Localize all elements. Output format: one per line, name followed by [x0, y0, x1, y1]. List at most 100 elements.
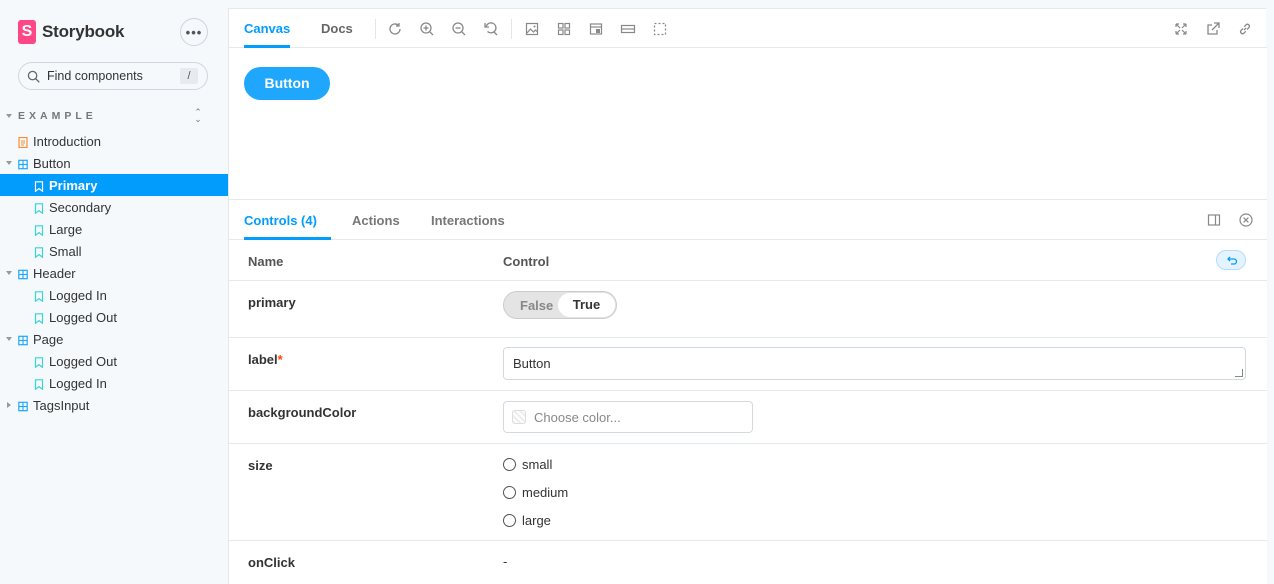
- undo-icon: [1227, 256, 1238, 265]
- zoom-out-icon[interactable]: [451, 21, 467, 37]
- preview-area: Canvas Docs Button Controls (4) Actions …: [228, 8, 1267, 584]
- copy-link-icon[interactable]: [1237, 21, 1253, 37]
- ellipsis-icon: •••: [185, 24, 203, 40]
- sidebar-item-introduction[interactable]: Introduction: [0, 130, 228, 152]
- search-placeholder: Find components: [47, 69, 143, 83]
- toggle-true-option[interactable]: True: [558, 293, 615, 317]
- control-row-backgroundcolor: backgroundColor Choose color...: [229, 391, 1267, 444]
- demo-button[interactable]: Button: [244, 67, 330, 100]
- sidebar-menu-button[interactable]: •••: [180, 18, 208, 46]
- sidebar-item-button[interactable]: Button: [0, 152, 228, 174]
- size-option-medium[interactable]: medium: [503, 483, 568, 501]
- sidebar-item-large[interactable]: Large: [0, 218, 228, 240]
- grid-icon[interactable]: [556, 21, 572, 37]
- radio-label: medium: [522, 484, 569, 500]
- panel-tabs: Controls (4) Actions Interactions: [229, 200, 1267, 240]
- canvas-preview: Button: [229, 48, 1267, 199]
- toggle-false-option[interactable]: False: [520, 298, 553, 313]
- component-icon: [18, 334, 28, 346]
- radio-label: large: [522, 512, 551, 528]
- zoom-reset-icon[interactable]: [483, 21, 499, 37]
- sidebar-item-primary[interactable]: Primary: [0, 174, 228, 196]
- sidebar-item-logged-out[interactable]: Logged Out: [0, 350, 228, 372]
- tab-interactions[interactable]: Interactions: [431, 200, 505, 240]
- column-header-control: Control: [503, 254, 550, 269]
- bookmark-icon: [34, 224, 44, 237]
- radio-button[interactable]: [503, 485, 516, 499]
- reset-controls-button[interactable]: [1216, 250, 1246, 270]
- control-row-primary: primary False True: [229, 281, 1267, 338]
- bookmark-icon: [34, 202, 44, 215]
- control-row-size: size small medium large: [229, 444, 1267, 541]
- radio-button[interactable]: [503, 513, 516, 527]
- panel-orientation-icon[interactable]: [1207, 213, 1221, 227]
- sidebar-section-example[interactable]: EXAMPLE ⌃ ⌄: [0, 108, 228, 125]
- close-icon[interactable]: [1239, 213, 1253, 227]
- zoom-in-icon[interactable]: [419, 21, 435, 37]
- viewport-icon[interactable]: [588, 21, 604, 37]
- control-name: backgroundColor: [248, 405, 357, 420]
- search-icon: [27, 70, 40, 83]
- sidebar-item-label: TagsInput: [33, 398, 90, 413]
- bookmark-icon: [34, 180, 44, 193]
- reload-icon[interactable]: [387, 21, 403, 37]
- control-name: onClick: [248, 555, 295, 570]
- radio-button[interactable]: [503, 457, 516, 471]
- sidebar-item-label: Small: [49, 244, 82, 259]
- expand-collapse-all-icon[interactable]: ⌃ ⌄: [193, 108, 203, 125]
- sidebar-item-label: Logged In: [49, 376, 107, 391]
- storybook-logo-icon: S: [18, 20, 36, 44]
- expand-arrow-icon: [6, 271, 12, 275]
- color-swatch-icon[interactable]: [512, 410, 526, 424]
- measure-icon[interactable]: [620, 21, 636, 37]
- brand-name: Storybook: [42, 22, 125, 41]
- search-input[interactable]: Find components /: [18, 62, 208, 90]
- sidebar-item-label: Logged Out: [49, 310, 117, 325]
- label-text-field[interactable]: Button: [503, 347, 1246, 380]
- document-icon: [18, 136, 28, 149]
- sidebar-item-logged-in[interactable]: Logged In: [0, 372, 228, 394]
- sidebar-item-header[interactable]: Header: [0, 262, 228, 284]
- sidebar: S Storybook ••• Find components / EXAMPL…: [0, 0, 228, 584]
- sidebar-item-label: Header: [33, 266, 76, 281]
- sidebar-item-small[interactable]: Small: [0, 240, 228, 262]
- color-placeholder: Choose color...: [534, 410, 621, 425]
- tab-docs[interactable]: Docs: [321, 9, 353, 48]
- outline-icon[interactable]: [652, 21, 668, 37]
- sidebar-item-label: Introduction: [33, 134, 101, 149]
- sidebar-item-label: Large: [49, 222, 83, 237]
- background-icon[interactable]: [524, 21, 540, 37]
- brand[interactable]: S Storybook: [18, 20, 124, 44]
- color-picker-input[interactable]: Choose color...: [503, 401, 753, 433]
- bookmark-icon: [34, 312, 44, 325]
- label-field-value: Button: [513, 356, 551, 371]
- resize-handle-icon[interactable]: [1235, 369, 1243, 377]
- control-row-onclick: onClick -: [229, 541, 1267, 584]
- open-new-tab-icon[interactable]: [1205, 21, 1221, 37]
- fullscreen-icon[interactable]: [1173, 21, 1189, 37]
- sidebar-item-page[interactable]: Page: [0, 328, 228, 350]
- component-icon: [18, 158, 28, 170]
- toolbar-divider: [511, 19, 512, 39]
- sidebar-item-logged-in[interactable]: Logged In: [0, 284, 228, 306]
- tab-controls[interactable]: Controls (4): [244, 200, 331, 240]
- search-shortcut-key: /: [180, 68, 198, 84]
- collapse-arrow-icon: [6, 114, 12, 118]
- primary-boolean-toggle[interactable]: False True: [503, 291, 617, 319]
- component-icon: [18, 268, 28, 280]
- component-icon: [18, 400, 28, 412]
- size-option-small[interactable]: small: [503, 455, 552, 473]
- size-option-large[interactable]: large: [503, 511, 551, 529]
- tab-actions[interactable]: Actions: [352, 200, 400, 240]
- control-name: size: [248, 458, 273, 473]
- sidebar-item-logged-out[interactable]: Logged Out: [0, 306, 228, 328]
- radio-label: small: [522, 456, 553, 472]
- sidebar-item-label: Primary: [49, 178, 98, 193]
- tab-canvas[interactable]: Canvas: [244, 9, 291, 48]
- bookmark-icon: [34, 246, 44, 259]
- sidebar-item-label: Logged In: [49, 288, 107, 303]
- sidebar-item-tagsinput[interactable]: TagsInput: [0, 394, 228, 416]
- control-name: label*: [248, 352, 283, 367]
- sidebar-item-secondary[interactable]: Secondary: [0, 196, 228, 218]
- section-title: EXAMPLE: [18, 110, 97, 122]
